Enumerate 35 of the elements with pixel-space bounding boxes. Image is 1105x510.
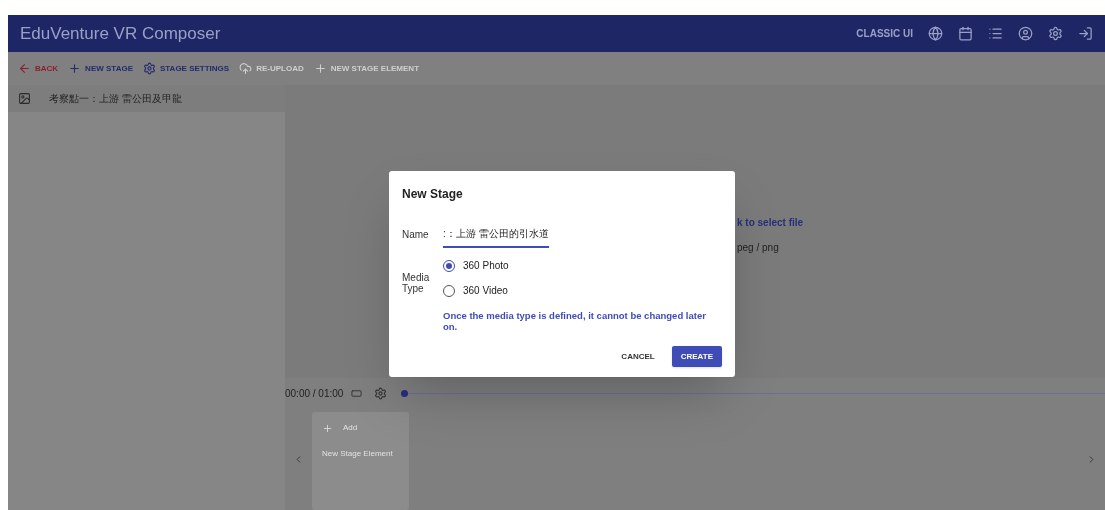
timeline-slider[interactable]	[401, 388, 1105, 398]
app-title: EduVenture VR Composer	[20, 22, 221, 45]
image-icon	[18, 92, 31, 105]
time-text: 00:00 / 01:00	[285, 386, 344, 401]
cloud-upload-icon	[239, 62, 253, 75]
add-label: Add	[343, 422, 358, 434]
toolbar-button[interactable]: NEW STAGE	[68, 62, 133, 75]
media-type-radio[interactable]: 360 Photo	[443, 258, 509, 273]
cancel-button[interactable]: CANCEL	[612, 346, 664, 367]
toolbar-button[interactable]: BACK	[18, 62, 59, 75]
settings-icon[interactable]	[374, 386, 388, 400]
file-format-text: peg / png	[737, 241, 780, 255]
media-type-label: Media Type	[402, 271, 431, 296]
add-element-card[interactable]: Add New Stage Element	[312, 412, 409, 510]
create-button[interactable]: CREATE	[671, 346, 722, 367]
select-file-link[interactable]: k to select file	[737, 215, 1105, 230]
name-label: Name	[402, 227, 430, 242]
back-arrow-icon	[18, 62, 31, 75]
plus-icon	[313, 62, 327, 75]
settings-icon	[142, 62, 156, 75]
plus-icon	[322, 422, 333, 434]
settings-icon[interactable]	[1048, 26, 1063, 41]
logout-icon[interactable]	[1078, 26, 1093, 41]
name-field[interactable]: :：上游 雷公田的引水道	[443, 220, 549, 248]
media-type-radio[interactable]: 360 Video	[443, 283, 509, 298]
plus-icon	[68, 62, 82, 75]
account-icon[interactable]	[1018, 26, 1033, 41]
toolbar-button[interactable]: STAGE SETTINGS	[142, 62, 230, 75]
classic-ui-button[interactable]: CLASSIC UI	[856, 26, 913, 41]
globe-icon[interactable]	[928, 26, 943, 41]
warning-text: Once the media type is defined, it cannot be changed later on.	[443, 310, 707, 332]
card-label: New Stage Element	[322, 448, 394, 460]
dialog-title: New Stage	[402, 186, 464, 203]
list-icon[interactable]	[988, 26, 1003, 41]
calendar-icon[interactable]	[958, 26, 973, 41]
